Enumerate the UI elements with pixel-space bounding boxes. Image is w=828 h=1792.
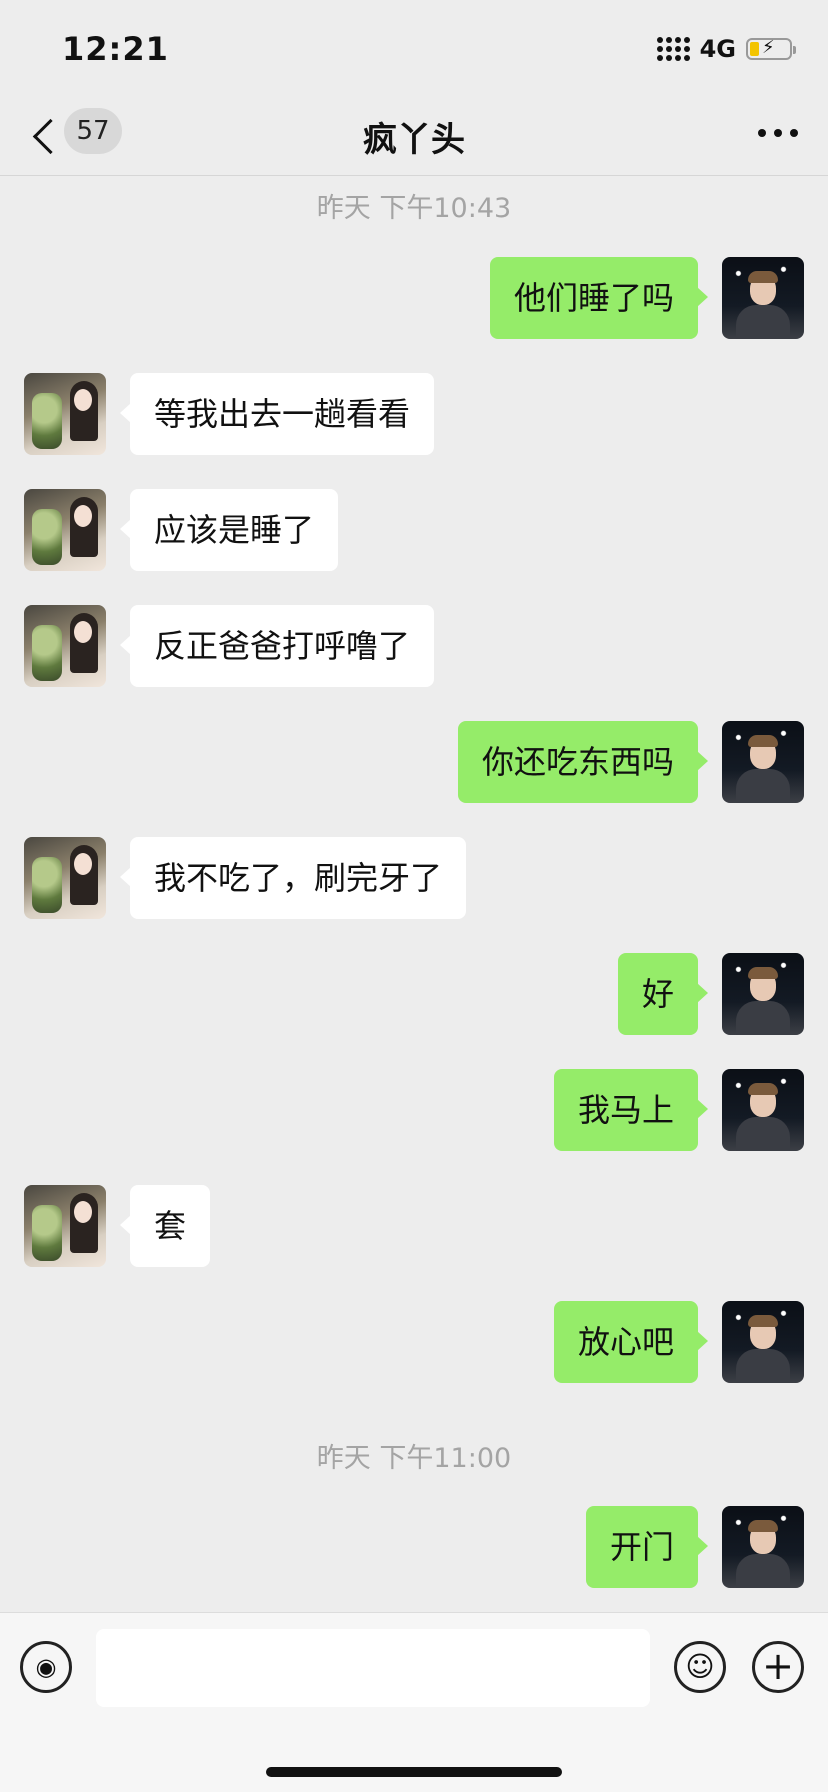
- message-bubble-self[interactable]: 我马上: [553, 1069, 709, 1151]
- message-row-contact: 反正爸爸打呼噜了: [0, 605, 828, 687]
- contact-avatar[interactable]: [24, 605, 106, 687]
- message-row-self: 好: [0, 953, 828, 1035]
- more-options-icon[interactable]: [758, 128, 798, 138]
- emoji-icon[interactable]: ☺: [674, 1641, 726, 1693]
- self-avatar[interactable]: [722, 953, 804, 1035]
- contact-avatar[interactable]: [24, 1185, 106, 1267]
- contact-avatar[interactable]: [24, 373, 106, 455]
- self-avatar[interactable]: [722, 1301, 804, 1383]
- home-indicator[interactable]: [266, 1767, 562, 1777]
- chat-nav-bar: 57 疯丫头: [0, 100, 828, 176]
- timestamp: 昨天 下午11:00: [316, 1443, 512, 1474]
- message-row-contact: 应该是睡了: [0, 489, 828, 571]
- message-row-self: 开门: [0, 1506, 828, 1588]
- input-bar: ◉ ☺ +: [0, 1612, 828, 1792]
- message-bubble-self[interactable]: 他们睡了吗: [489, 257, 709, 339]
- message-bubble-self[interactable]: 好: [617, 953, 709, 1035]
- message-input[interactable]: [96, 1629, 650, 1707]
- contact-avatar[interactable]: [24, 489, 106, 571]
- status-indicators: 4G ⚡: [656, 34, 796, 64]
- message-row-self: 放心吧: [0, 1301, 828, 1383]
- message-bubble-self[interactable]: 开门: [585, 1506, 709, 1588]
- plus-icon[interactable]: +: [752, 1641, 804, 1693]
- message-bubble-contact[interactable]: 套: [119, 1185, 211, 1267]
- message-bubble-contact[interactable]: 我不吃了，刷完牙了: [119, 837, 467, 919]
- message-row-self: 我马上: [0, 1069, 828, 1151]
- timestamp: 昨天 下午10:43: [316, 193, 512, 224]
- self-avatar[interactable]: [722, 1506, 804, 1588]
- status-time: 12:21: [62, 30, 169, 68]
- message-bubble-self[interactable]: 放心吧: [553, 1301, 709, 1383]
- chat-title: 疯丫头: [363, 120, 465, 160]
- network-type: 4G: [699, 35, 736, 63]
- self-avatar[interactable]: [722, 1069, 804, 1151]
- message-row-self: 他们睡了吗: [0, 257, 828, 339]
- message-row-contact: 我不吃了，刷完牙了: [0, 837, 828, 919]
- contact-avatar[interactable]: [24, 837, 106, 919]
- voice-icon[interactable]: ◉: [20, 1641, 72, 1693]
- signal-icon: [656, 37, 690, 61]
- message-row-contact: 等我出去一趟看看: [0, 373, 828, 455]
- message-bubble-contact[interactable]: 反正爸爸打呼噜了: [119, 605, 435, 687]
- battery-icon: ⚡: [746, 37, 796, 60]
- self-avatar[interactable]: [722, 721, 804, 803]
- message-bubble-self[interactable]: 你还吃东西吗: [457, 721, 709, 803]
- message-bubble-contact[interactable]: 应该是睡了: [119, 489, 339, 571]
- status-bar: 12:21 4G ⚡: [0, 0, 828, 100]
- message-row-self: 你还吃东西吗: [0, 721, 828, 803]
- message-row-contact: 套: [0, 1185, 828, 1267]
- message-bubble-contact[interactable]: 等我出去一趟看看: [119, 373, 435, 455]
- self-avatar[interactable]: [722, 257, 804, 339]
